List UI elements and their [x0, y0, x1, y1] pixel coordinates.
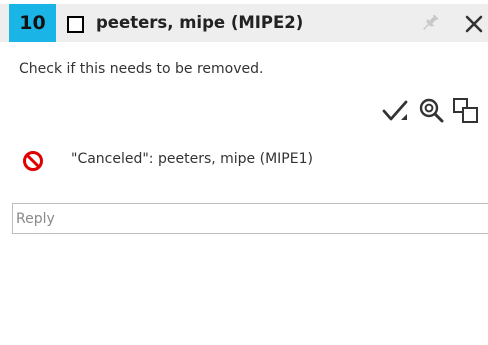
comment-message: Check if this needs to be removed. — [19, 61, 264, 77]
comment-title: peeters, mipe (MIPE2) — [96, 13, 304, 32]
close-icon[interactable] — [463, 13, 485, 35]
comment-header: 10 peeters, mipe (MIPE2) — [0, 4, 488, 42]
reply-input[interactable] — [12, 203, 488, 234]
checkbox-icon[interactable] — [67, 16, 84, 33]
copy-icon[interactable] — [452, 97, 480, 125]
pin-icon[interactable] — [420, 13, 440, 33]
zoom-icon[interactable] — [418, 97, 444, 123]
comment-number-badge: 10 — [9, 4, 56, 42]
checkmark-icon[interactable] — [382, 99, 408, 125]
no-entry-icon — [23, 151, 43, 171]
status-text: "Canceled": peeters, mipe (MIPE1) — [71, 151, 313, 167]
